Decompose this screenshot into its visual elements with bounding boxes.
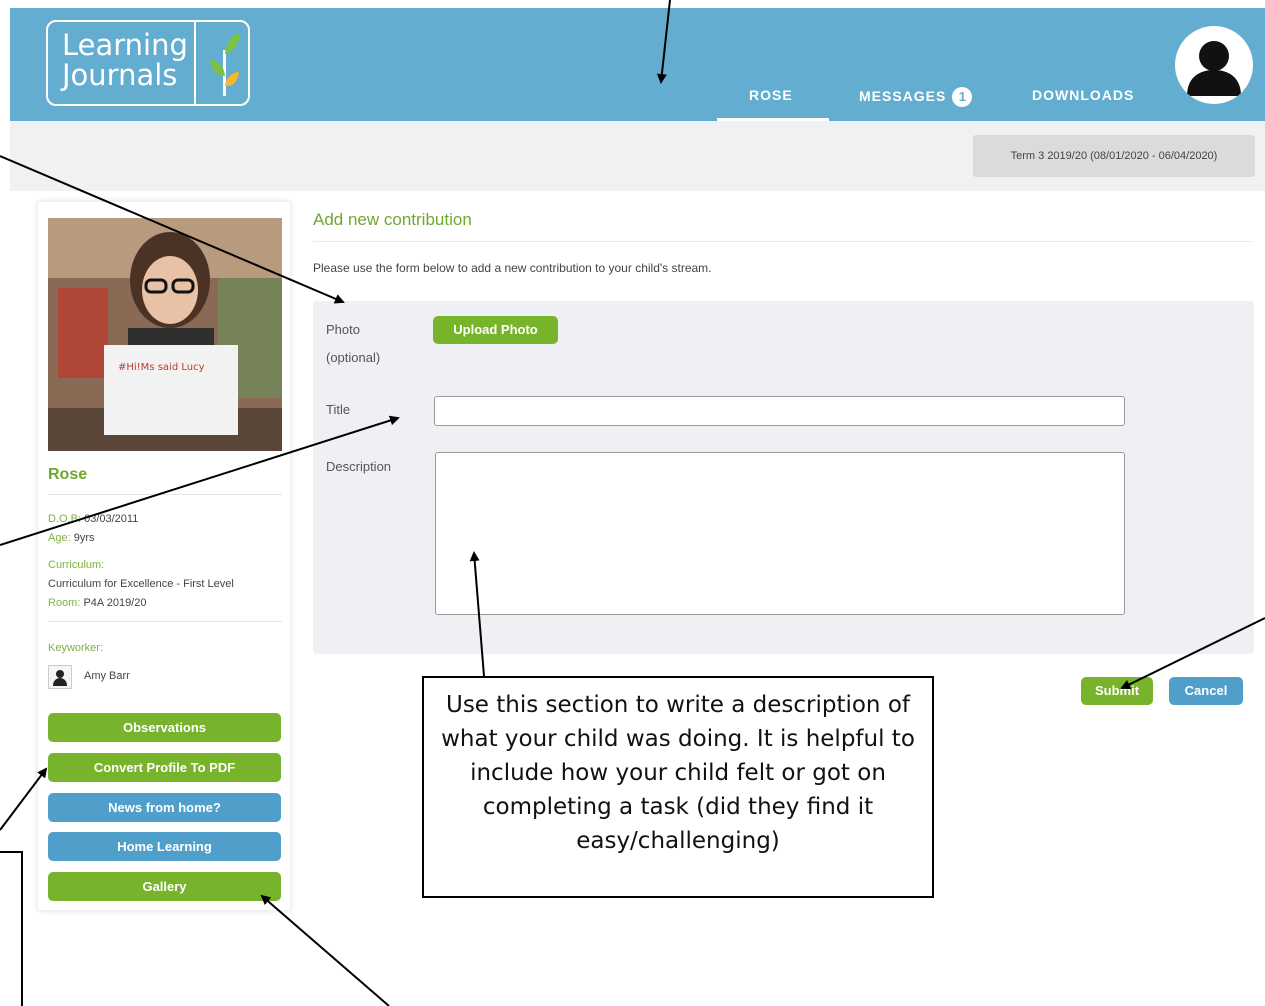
room-value: P4A 2019/20 [83,597,147,609]
user-avatar[interactable] [1175,26,1253,104]
arrow-to-gallery [260,894,390,1006]
gallery-button[interactable]: Gallery [48,872,281,901]
title-divider [313,241,1253,242]
divider [48,621,282,622]
title-label: Title [326,402,351,417]
dob-row: D.O.B: 03/03/2011 [48,513,138,525]
annotation-callout: Use this section to write a description … [422,676,934,898]
form-intro-text: Please use the form below to add a new c… [313,261,712,275]
keyworker-label: Keyworker: [48,642,104,654]
curriculum-value: Curriculum for Excellence - First Level [48,578,234,590]
logo-text-line1: Learning [62,28,188,62]
description-textarea[interactable] [435,452,1125,615]
dob-label: D.O.B: [48,513,82,525]
room-row: Room: P4A 2019/20 [48,597,146,609]
nav-tab-downloads[interactable]: DOWNLOADS [1032,87,1134,103]
child-photo: #Hi!Ms said Lucy [48,218,282,451]
logo-divider [194,22,196,104]
logo-text-line2: Journals [62,58,178,92]
observations-button[interactable]: Observations [48,713,281,742]
page-title: Add new contribution [313,210,472,229]
keyworker-avatar-icon [48,665,72,689]
user-silhouette-icon [1187,41,1241,96]
keyworker-name: Amy Barr [84,670,130,682]
child-name: Rose [48,466,88,483]
upload-photo-button[interactable]: Upload Photo [433,316,558,344]
curriculum-label: Curriculum: [48,559,105,571]
whiteboard-text: #Hi!Ms said Lucy [118,362,205,373]
term-selector[interactable]: Term 3 2019/20 (08/01/2020 - 06/04/2020) [973,135,1255,177]
age-label: Age: [48,532,71,544]
news-from-home-button[interactable]: News from home? [48,793,281,822]
dob-value: 03/03/2011 [84,513,139,525]
messages-count-badge: 1 [952,87,973,107]
description-label: Description [326,459,392,474]
nav-tab-messages[interactable]: MESSAGES 1 [859,87,973,107]
learning-journals-logo[interactable]: Learning Journals [46,20,250,106]
nav-tab-rose[interactable]: ROSE [749,87,793,103]
divider [48,494,282,495]
room-label: Room: [48,597,81,609]
home-learning-button[interactable]: Home Learning [48,832,281,861]
age-row: Age: 9yrs [48,532,94,544]
submit-button[interactable]: Submit [1081,677,1153,705]
photo-label: Photo (optional) [326,322,381,365]
annotation-bracket [0,851,23,1006]
title-input[interactable] [434,396,1125,426]
nav-tab-messages-label: MESSAGES [859,88,947,104]
sprout-icon [210,33,240,96]
age-value: 9yrs [73,532,95,544]
cancel-button[interactable]: Cancel [1169,677,1243,705]
convert-profile-pdf-button[interactable]: Convert Profile To PDF [48,753,281,782]
